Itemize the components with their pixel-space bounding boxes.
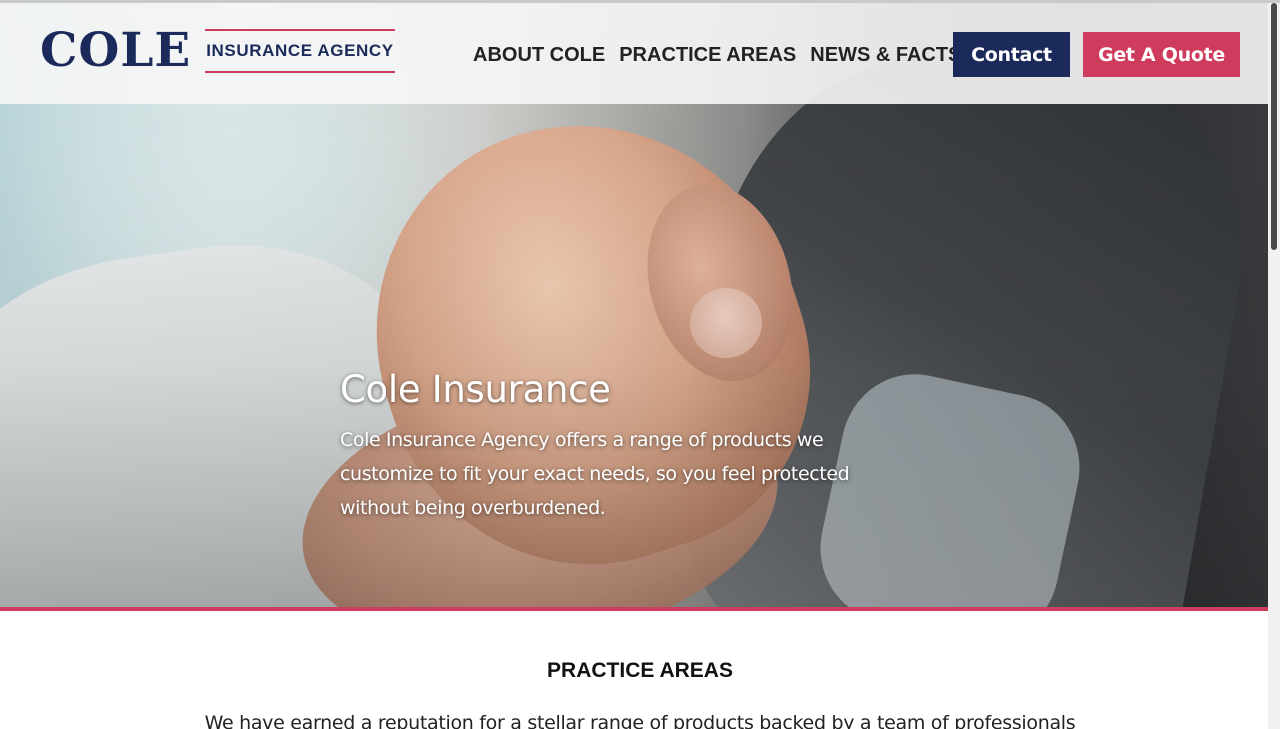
scrollbar-thumb[interactable]	[1271, 3, 1277, 250]
vertical-scrollbar[interactable]	[1268, 3, 1280, 729]
hero-text: Cole Insurance Cole Insurance Agency off…	[340, 365, 940, 525]
hero-title: Cole Insurance	[340, 368, 611, 411]
get-quote-button[interactable]: Get A Quote	[1083, 32, 1240, 77]
site-header: COLE INSURANCE AGENCY ABOUT COLE PRACTIC…	[0, 3, 1268, 104]
page: Cole Insurance Cole Insurance Agency off…	[0, 0, 1280, 729]
practice-areas-heading: PRACTICE AREAS	[547, 659, 733, 682]
top-rule	[0, 0, 1280, 3]
main-nav: ABOUT COLE PRACTICE AREAS NEWS & FACTS	[473, 39, 961, 71]
nav-practice-areas[interactable]: PRACTICE AREAS	[619, 39, 796, 71]
nav-news-facts[interactable]: NEWS & FACTS	[810, 39, 961, 71]
nav-about-cole[interactable]: ABOUT COLE	[473, 39, 605, 71]
logo-subtitle: INSURANCE AGENCY	[206, 41, 394, 60]
practice-areas-intro: We have earned a reputation for a stella…	[204, 712, 1076, 729]
hero-accent-line	[0, 607, 1280, 611]
logo-wordmark: COLE	[40, 23, 192, 78]
contact-button[interactable]: Contact	[953, 32, 1070, 77]
logo-subtitle-box: INSURANCE AGENCY	[205, 29, 395, 73]
hero-description: Cole Insurance Agency offers a range of …	[340, 429, 850, 519]
site-logo[interactable]: COLE INSURANCE AGENCY	[40, 25, 395, 77]
